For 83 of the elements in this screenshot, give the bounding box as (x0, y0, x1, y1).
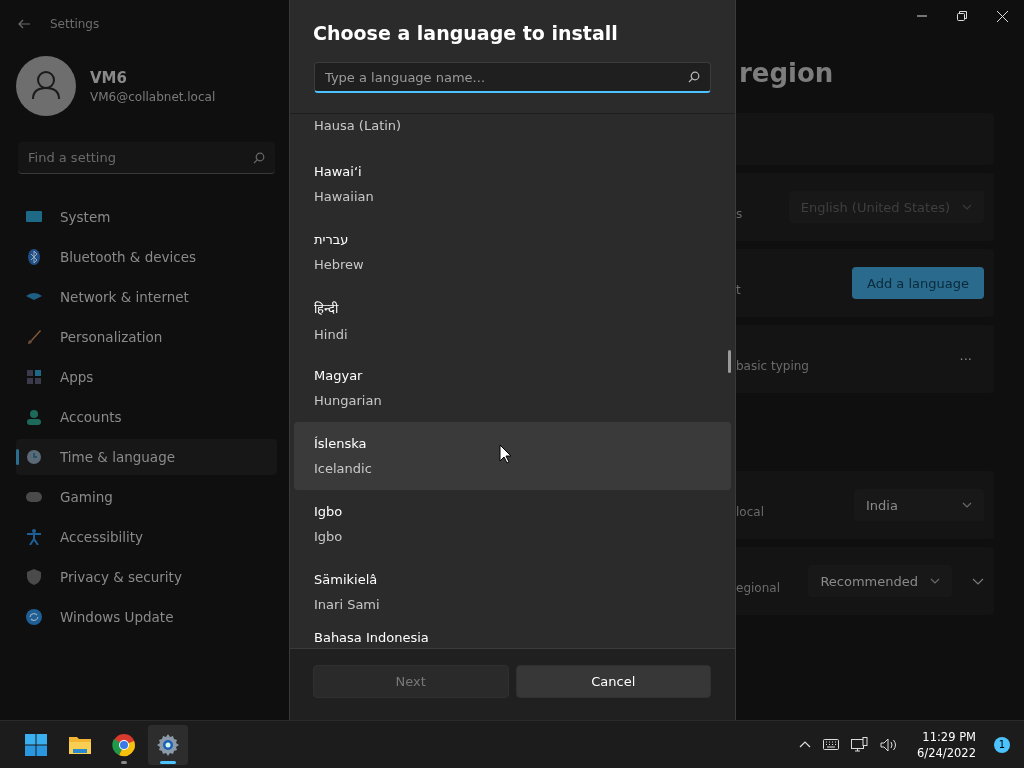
clock-time[interactable]: 11:29 PM (922, 728, 976, 745)
language-item[interactable]: Hawaiʻi Hawaiian (294, 150, 731, 218)
setting-label: s (736, 207, 743, 221)
chevron-up-icon[interactable] (799, 741, 812, 748)
search-icon (253, 151, 265, 164)
clock-icon (26, 449, 42, 465)
apps-icon (26, 369, 42, 385)
native-name: Sämikielâ (314, 572, 379, 587)
settings-icon[interactable] (156, 732, 180, 757)
keyboard-icon[interactable] (823, 739, 840, 750)
search-icon (688, 71, 700, 83)
dropdown[interactable]: India (854, 489, 984, 521)
nav-item[interactable]: System (16, 199, 277, 235)
setting-label: egional (736, 581, 780, 595)
language-item[interactable]: Magyar Hungarian (294, 354, 731, 422)
setting-label: basic typing (736, 359, 809, 373)
clock-date[interactable]: 6/24/2022 (917, 744, 976, 761)
setting-label: local (736, 505, 764, 519)
nav-item[interactable]: Accessibility (16, 519, 277, 555)
native-name: Hawaiʻi (314, 164, 363, 179)
search-field[interactable]: Find a setting (18, 142, 275, 174)
sync-icon (26, 609, 42, 625)
native-name: Íslenska (314, 436, 368, 451)
nav-item[interactable]: Accounts (16, 399, 277, 435)
native-name: Magyar (314, 368, 364, 383)
chevron-down-icon (930, 578, 940, 584)
language-item[interactable]: Bahasa Indonesia (294, 626, 731, 648)
brush-icon (26, 329, 42, 345)
dialog-title: Choose a language to install (312, 21, 619, 44)
language-item[interactable]: Igbo Igbo (294, 490, 731, 558)
nav-item[interactable]: Network & internet (16, 279, 277, 315)
nav-item[interactable]: Time & language (16, 439, 277, 475)
english-name: Hebrew (314, 257, 365, 272)
back-icon[interactable] (18, 19, 30, 29)
cancel-button[interactable]: Cancel (515, 665, 711, 698)
dropdown[interactable]: Recommended (808, 565, 952, 597)
start-icon[interactable] (24, 732, 48, 757)
english-name: Hausa (Latin) (314, 118, 403, 133)
language-item[interactable]: Hausa (Latin) (294, 114, 731, 150)
shield-icon (26, 569, 42, 585)
network-icon[interactable] (851, 737, 869, 752)
english-name: Hungarian (314, 393, 383, 408)
native-name: Igbo (314, 504, 344, 519)
expand-icon[interactable] (972, 577, 984, 585)
bluetooth-icon (26, 249, 42, 265)
english-name: Igbo (314, 529, 344, 544)
browser-icon[interactable] (112, 732, 136, 757)
english-name: Icelandic (314, 461, 373, 476)
volume-icon[interactable] (880, 737, 898, 752)
monitor-icon (26, 209, 42, 225)
restore-icon[interactable] (957, 11, 967, 21)
accessibility-icon (26, 529, 42, 545)
language-search-field[interactable]: Type a language name... (314, 62, 711, 93)
nav-item[interactable]: Gaming (16, 479, 277, 515)
native-name: Bahasa Indonesia (314, 630, 430, 645)
nav-item[interactable]: Privacy & security (16, 559, 277, 595)
language-item[interactable]: हिन्दी Hindi (294, 286, 731, 354)
notification-badge[interactable]: 1 (994, 736, 1010, 753)
english-name: Inari Sami (314, 597, 381, 612)
window-title: Settings (50, 17, 100, 31)
account-name: VM6 (90, 68, 128, 87)
native-name: हिन्दी (314, 299, 340, 317)
cursor-icon (499, 444, 512, 464)
setting-label: t (736, 283, 741, 297)
english-name: Hindi (314, 326, 349, 342)
nav-item[interactable]: Apps (16, 359, 277, 395)
page-title: region (739, 58, 835, 88)
english-name: Hawaiian (314, 189, 375, 204)
gamepad-icon (26, 489, 42, 505)
more-options-button[interactable]: ··· (959, 351, 972, 367)
chevron-down-icon (962, 204, 972, 210)
nav-item[interactable]: Windows Update (16, 599, 277, 635)
nav-item[interactable]: Bluetooth & devices (16, 239, 277, 275)
scrollbar-thumb[interactable] (728, 350, 731, 373)
language-item[interactable]: Sämikielâ Inari Sami (294, 558, 731, 626)
person-icon (26, 409, 42, 425)
language-item[interactable]: Íslenska Icelandic (294, 422, 731, 490)
chevron-down-icon (962, 502, 972, 508)
nav-item[interactable]: Personalization (16, 319, 277, 355)
avatar-icon (16, 56, 76, 116)
account-email: VM6@collabnet.local (90, 89, 216, 104)
close-icon[interactable] (997, 10, 1008, 22)
native-name: עברית (314, 232, 350, 247)
